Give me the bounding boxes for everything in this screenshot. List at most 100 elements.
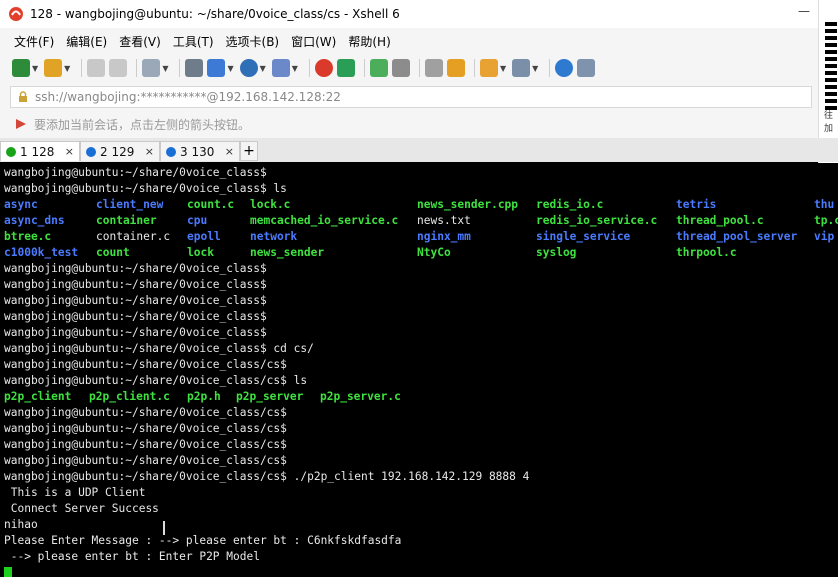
text-cursor-icon [163, 521, 165, 535]
menu-view[interactable]: 查看(V) [119, 33, 161, 50]
chevron-down-icon[interactable]: ▼ [32, 64, 38, 73]
terminal-line: wangbojing@ubuntu:~/share/0voice_class$ [4, 166, 267, 179]
tab-session-130[interactable]: 3 130 × [160, 141, 240, 161]
ls-entry: count.c [187, 198, 235, 211]
close-icon[interactable]: × [225, 145, 234, 158]
layout-icon[interactable] [207, 59, 226, 77]
window-layout-icon[interactable] [512, 59, 531, 77]
toolbar-divider [549, 59, 551, 77]
ls-entry: memcached_io_service.c [250, 214, 399, 227]
lock-icon[interactable] [391, 59, 410, 77]
new-session-icon[interactable] [12, 59, 30, 77]
tab-label: 1 128 [20, 144, 55, 159]
close-icon[interactable]: × [65, 145, 74, 158]
chevron-down-icon[interactable]: ▼ [292, 64, 298, 73]
ls-entry: news_sender.cpp [417, 198, 519, 211]
add-tab-button[interactable]: + [240, 141, 258, 161]
keyboard-icon[interactable] [424, 59, 443, 77]
toolbar-divider [418, 59, 420, 77]
globe-icon[interactable] [239, 59, 258, 77]
terminal-line: wangbojing@ubuntu:~/share/0voice_class$ [4, 294, 267, 307]
xshell-app-icon [9, 7, 23, 21]
side-text-2: 加 [824, 124, 834, 134]
chevron-down-icon[interactable]: ▼ [162, 64, 168, 73]
toolbar-divider [136, 59, 138, 77]
chevron-down-icon[interactable]: ▼ [500, 64, 506, 73]
menu-tools[interactable]: 工具(T) [173, 33, 214, 50]
ls-entry: news.txt [417, 214, 471, 227]
ls-entry: thu [814, 198, 835, 211]
ls-entry: tp.c [814, 214, 838, 227]
lock-icon [19, 91, 27, 102]
ls-entry: thrpool.c [676, 246, 737, 259]
terminal-line: wangbojing@ubuntu:~/share/0voice_class$ [4, 326, 267, 339]
menu-window[interactable]: 窗口(W) [291, 33, 336, 50]
ls-entry: btree.c [4, 230, 52, 243]
script-icon[interactable] [446, 59, 465, 77]
terminal-line: wangbojing@ubuntu:~/share/0voice_class$ … [4, 342, 314, 355]
ls-entry: news_sender [250, 246, 325, 259]
menu-help[interactable]: 帮助(H) [348, 33, 390, 50]
terminal-line: wangbojing@ubuntu:~/share/0voice_class$ [4, 278, 267, 291]
info-status-icon [166, 146, 176, 157]
font-icon[interactable] [271, 59, 290, 77]
terminal-cursor [4, 567, 12, 577]
terminal-line: wangbojing@ubuntu:~/share/0voice_class/c… [4, 374, 308, 387]
ls-entry: redis_io.c [536, 198, 604, 211]
ls-entry: p2p_client [4, 390, 72, 403]
open-folder-icon[interactable] [44, 59, 63, 77]
toolbar-divider [81, 59, 83, 77]
properties-icon[interactable] [142, 59, 161, 77]
tab-session-128[interactable]: 1 128 × [0, 141, 80, 161]
ls-entry: p2p.h [187, 390, 221, 403]
close-icon[interactable]: × [145, 145, 154, 158]
compose-icon[interactable] [479, 59, 498, 77]
menu-tab[interactable]: 选项卡(B) [226, 33, 280, 50]
ls-entry: redis_io_service.c [536, 214, 658, 227]
terminal-line: wangbojing@ubuntu:~/share/0voice_class/c… [4, 406, 287, 419]
ls-entry: syslog [536, 246, 577, 259]
ls-entry: nginx_mm [417, 230, 471, 243]
terminal[interactable]: wangbojing@ubuntu:~/share/0voice_class$ … [0, 163, 838, 577]
ls-entry: cpu [187, 214, 208, 227]
ls-entry: NtyCo [417, 246, 451, 259]
xftp-icon[interactable] [336, 59, 355, 77]
minimize-button[interactable]: — [798, 4, 810, 18]
side-text-1: 往 [824, 111, 834, 121]
terminal-line: This is a UDP Client [4, 486, 146, 499]
info-status-icon [86, 146, 96, 157]
chevron-down-icon[interactable]: ▼ [260, 64, 266, 73]
arrow-icon[interactable] [14, 117, 28, 131]
terminal-line: wangbojing@ubuntu:~/share/0voice_class$ [4, 262, 267, 275]
tab-label: 3 130 [180, 144, 215, 159]
chat-icon[interactable] [577, 59, 596, 77]
chevron-down-icon[interactable]: ▼ [64, 64, 70, 73]
ls-entry: thread_pool.c [676, 214, 764, 227]
chevron-down-icon[interactable]: ▼ [227, 64, 233, 73]
fullscreen-icon[interactable] [369, 59, 388, 77]
address-field[interactable]: ssh://wangbojing:***********@192.168.142… [10, 86, 812, 108]
ls-entry: p2p_server [236, 390, 304, 403]
chevron-down-icon[interactable]: ▼ [532, 64, 538, 73]
toolbar-divider [363, 59, 365, 77]
ls-entry: client_new [96, 198, 164, 211]
help-icon[interactable] [555, 59, 574, 77]
address-bar: ssh://wangbojing:***********@192.168.142… [0, 82, 818, 110]
ls-entry: p2p_client.c [89, 390, 170, 403]
ls-entry: p2p_server.c [320, 390, 401, 403]
search-icon[interactable] [185, 59, 204, 77]
terminal-line: wangbojing@ubuntu:~/share/0voice_class/c… [4, 358, 287, 371]
menu-edit[interactable]: 编辑(E) [66, 33, 107, 50]
reconnect-icon[interactable] [109, 59, 128, 77]
disconnect-icon[interactable] [87, 59, 106, 77]
ls-entry: vip [814, 230, 835, 243]
terminal-line: --> please enter bt : Enter P2P Model [4, 550, 260, 563]
menu-file[interactable]: 文件(F) [14, 33, 54, 50]
xshell-logo-icon[interactable] [314, 59, 333, 77]
tab-label: 2 129 [100, 144, 135, 159]
hint-text: 要添加当前会话，点击左侧的箭头按钮。 [34, 117, 251, 132]
ls-entry: async_dns [4, 214, 65, 227]
toolbar: ▼ ▼ ▼ ▼ ▼ ▼ ▼ ▼ [0, 54, 818, 82]
terminal-line: wangbojing@ubuntu:~/share/0voice_class$ [4, 310, 267, 323]
tab-session-129[interactable]: 2 129 × [80, 141, 160, 161]
